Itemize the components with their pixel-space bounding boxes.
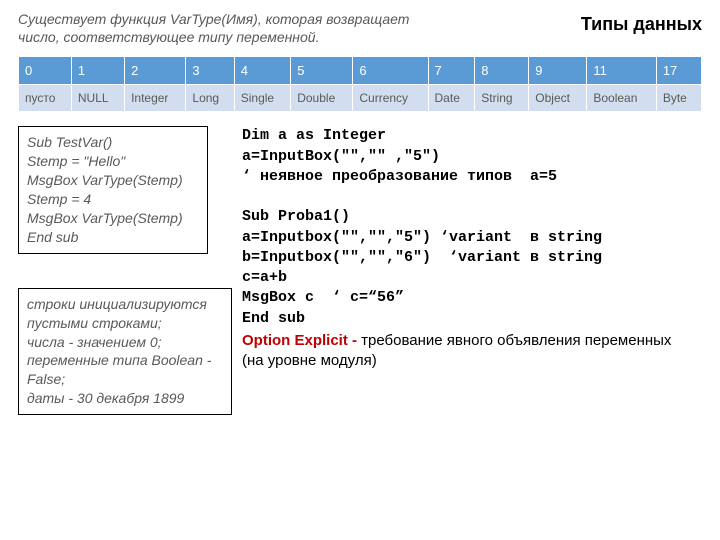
td: Date — [428, 85, 475, 112]
td: пусто — [19, 85, 72, 112]
code-line: a=Inputbox("","","5") ‘variant в string — [242, 229, 602, 246]
td: NULL — [71, 85, 124, 112]
code-line: MsgBox c ‘ c=“56” — [242, 289, 404, 306]
td: Boolean — [587, 85, 656, 112]
option-explicit-note: Option Explicit - требование явного объя… — [242, 331, 702, 372]
td: Integer — [125, 85, 186, 112]
note-line: числа - значением 0; — [27, 333, 223, 352]
th: 3 — [186, 57, 234, 85]
td: Long — [186, 85, 234, 112]
option-explicit-text: требование явного объявления переменных — [361, 332, 671, 349]
th: 0 — [19, 57, 72, 85]
th: 2 — [125, 57, 186, 85]
th: 8 — [475, 57, 529, 85]
code-line: MsgBox VarType(Stemp) — [27, 171, 199, 190]
th: 9 — [529, 57, 587, 85]
td: Double — [291, 85, 353, 112]
td: Single — [234, 85, 290, 112]
code-line: b=Inputbox("","","6") ‘variant в string — [242, 249, 602, 266]
note-line: даты - 30 декабря 1899 — [27, 389, 223, 408]
table-row: пусто NULL Integer Long Single Double Cu… — [19, 85, 702, 112]
td: Byte — [656, 85, 701, 112]
th: 7 — [428, 57, 475, 85]
note-line: переменные типа Boolean - False; — [27, 351, 223, 389]
th: 17 — [656, 57, 701, 85]
page-title: Типы данных — [581, 14, 702, 35]
note-line: строки инициализируются пустыми строками… — [27, 295, 223, 333]
th: 6 — [353, 57, 428, 85]
code-line: Sub Proba1() — [242, 208, 350, 225]
intro-text: Существует функция VarType(Имя), которая… — [18, 10, 448, 46]
code-line: End sub — [242, 310, 305, 327]
code-line: ‘ неявное преобразование типов a=5 — [242, 168, 557, 185]
intro-fn: VarType(Имя) — [170, 11, 258, 27]
code-line: Sub TestVar() — [27, 133, 199, 152]
code-line: a=InputBox("","" ,"5") — [242, 148, 440, 165]
types-table: 0 1 2 3 4 5 6 7 8 9 11 17 пусто NULL Int… — [18, 56, 702, 112]
code-line: c=a+b — [242, 269, 287, 286]
code-line: End sub — [27, 228, 199, 247]
code-sample-box: Sub TestVar() Stemp = "Hello" MsgBox Var… — [18, 126, 208, 253]
code-line: MsgBox VarType(Stemp) — [27, 209, 199, 228]
option-explicit-label: Option Explicit - — [242, 332, 361, 349]
intro-prefix: Существует функция — [18, 11, 170, 27]
option-explicit-text2: (на уровне модуля) — [242, 351, 702, 371]
table-header-row: 0 1 2 3 4 5 6 7 8 9 11 17 — [19, 57, 702, 85]
th: 4 — [234, 57, 290, 85]
notes-box: строки инициализируются пустыми строками… — [18, 288, 232, 415]
th: 11 — [587, 57, 656, 85]
code-block: Dim a as Integer a=InputBox("","" ,"5") … — [242, 126, 702, 329]
td: String — [475, 85, 529, 112]
code-line: Dim a as Integer — [242, 127, 386, 144]
code-line: Stemp = 4 — [27, 190, 199, 209]
td: Currency — [353, 85, 428, 112]
code-line: Stemp = "Hello" — [27, 152, 199, 171]
th: 1 — [71, 57, 124, 85]
th: 5 — [291, 57, 353, 85]
td: Object — [529, 85, 587, 112]
